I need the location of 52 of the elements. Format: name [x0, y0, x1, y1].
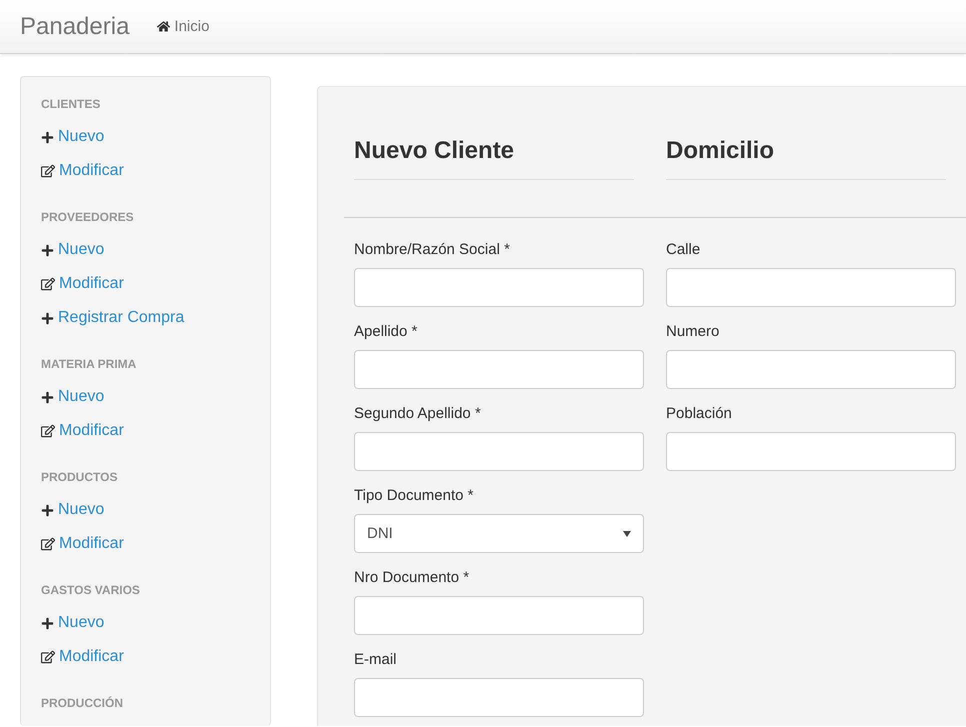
- section-title: GASTOS VARIOS: [41, 583, 141, 597]
- text-field[interactable]: [354, 678, 644, 717]
- edit-icon: [41, 277, 55, 291]
- field-label: Tipo Documento *: [354, 487, 475, 504]
- form-heading: Nuevo Cliente: [354, 123, 634, 180]
- edit-icon: [41, 164, 55, 178]
- field-label: Numero: [666, 323, 720, 340]
- field-label: E-mail: [354, 651, 398, 668]
- text-field[interactable]: [666, 268, 956, 307]
- field-label: Población: [666, 405, 733, 422]
- sidebar-link[interactable]: Nuevo: [41, 233, 250, 267]
- section-title: PROVEEDORES: [41, 210, 135, 224]
- field-label: Nombre/Razón Social *: [354, 241, 511, 258]
- plus-icon: [41, 616, 54, 630]
- home-icon: [157, 20, 170, 33]
- plus-icon: [41, 244, 54, 256]
- text-field[interactable]: [354, 432, 644, 471]
- plus-icon: [41, 312, 54, 324]
- text-field[interactable]: [354, 596, 644, 635]
- brand[interactable]: Panaderia: [20, 12, 130, 40]
- sidebar-link[interactable]: Nuevo: [41, 493, 250, 527]
- plus-icon: [41, 130, 54, 144]
- sidebar-link[interactable]: Registrar Compra: [41, 301, 250, 335]
- section-title: MATERIA PRIMA: [41, 357, 138, 371]
- field-label: Calle: [666, 241, 702, 258]
- sidebar-link[interactable]: Modificar: [41, 527, 250, 561]
- edit-icon: [41, 650, 55, 664]
- section-title: PRODUCCIÓN: [41, 696, 124, 710]
- section-title: PRODUCTOS: [41, 470, 118, 484]
- sidebar-link[interactable]: Nuevo: [41, 380, 250, 414]
- select-field[interactable]: DNI: [354, 514, 644, 553]
- form-heading: Domicilio: [666, 123, 946, 180]
- field-label: Nro Documento *: [354, 569, 470, 586]
- field-label: Segundo Apellido *: [354, 405, 482, 422]
- edit-icon: [41, 537, 55, 551]
- sidebar-link[interactable]: Modificar: [41, 154, 250, 188]
- plus-icon: [41, 390, 54, 404]
- sidebar-link[interactable]: Nuevo: [41, 120, 250, 154]
- caret-icon: [623, 530, 631, 536]
- text-field[interactable]: [666, 350, 956, 389]
- sidebar-link[interactable]: Modificar: [41, 414, 250, 448]
- edit-icon: [41, 424, 55, 438]
- sidebar-link[interactable]: Nuevo: [41, 606, 250, 640]
- nav-link[interactable]: Inicio: [157, 18, 210, 35]
- field-label: Apellido *: [354, 323, 418, 340]
- text-field[interactable]: [354, 268, 644, 307]
- text-field[interactable]: [666, 432, 956, 471]
- section-title: CLIENTES: [41, 97, 102, 111]
- sidebar-link[interactable]: Modificar: [41, 267, 250, 301]
- sidebar-link[interactable]: Modificar: [41, 640, 250, 674]
- text-field[interactable]: [354, 350, 644, 389]
- plus-icon: [41, 504, 54, 516]
